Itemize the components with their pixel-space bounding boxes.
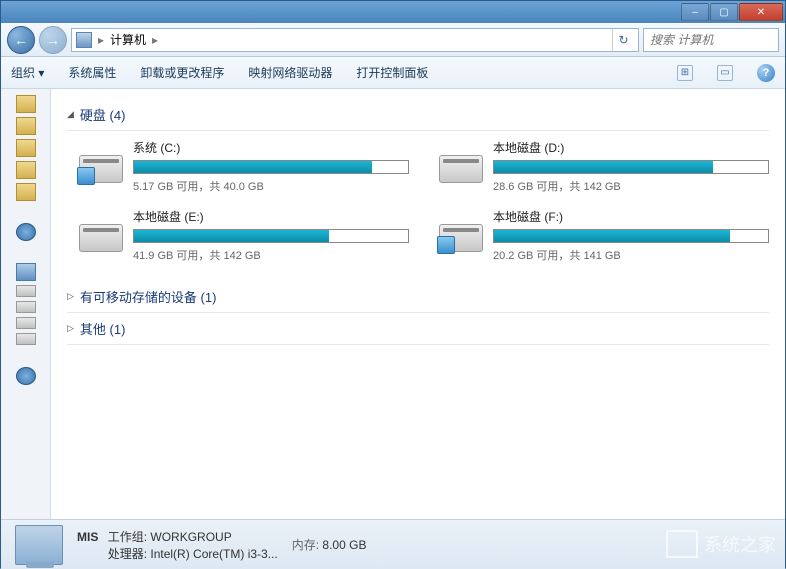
sidebar-drive-icon[interactable] <box>16 333 36 345</box>
memory-value: 8.00 GB <box>322 538 366 552</box>
navigation-sidebar <box>1 89 51 519</box>
drive-free-space: 5.17 GB 可用，共 40.0 GB <box>133 178 409 194</box>
drive-free-space: 41.9 GB 可用，共 142 GB <box>133 247 409 263</box>
sidebar-computer-icon[interactable] <box>16 263 36 281</box>
drive-usage-bar <box>133 229 409 243</box>
sidebar-item[interactable] <box>16 117 36 135</box>
open-control-panel-button[interactable]: 打开控制面板 <box>356 64 428 81</box>
section-other[interactable]: ▷ 其他 (1) <box>67 313 769 345</box>
triangle-expanded-icon: ◢ <box>67 109 74 120</box>
drive-item[interactable]: 本地磁盘 (F:) 20.2 GB 可用，共 141 GB <box>439 208 769 263</box>
section-removable[interactable]: ▷ 有可移动存储的设备 (1) <box>67 281 769 313</box>
section-label: 其他 (1) <box>80 319 126 338</box>
workgroup-value: WORKGROUP <box>150 530 231 544</box>
address-bar[interactable]: ▸ 计算机 ▸ ↻ <box>71 28 639 52</box>
refresh-icon[interactable]: ↻ <box>612 29 634 51</box>
sidebar-item[interactable] <box>16 183 36 201</box>
drive-item[interactable]: 本地磁盘 (E:) 41.9 GB 可用，共 142 GB <box>79 208 409 263</box>
drive-icon <box>439 139 483 183</box>
sidebar-network-icon[interactable] <box>16 223 36 241</box>
drive-usage-bar <box>493 229 769 243</box>
triangle-collapsed-icon: ▷ <box>67 323 74 334</box>
drive-usage-bar <box>493 160 769 174</box>
view-mode-icon[interactable]: ⊞ <box>677 65 693 81</box>
minimize-button[interactable]: – <box>681 3 709 21</box>
sidebar-item[interactable] <box>16 139 36 157</box>
search-input[interactable] <box>643 28 779 52</box>
drive-icon <box>439 208 483 252</box>
workgroup-label: 工作组: <box>108 530 147 544</box>
organize-menu[interactable]: 组织 ▾ <box>11 64 44 81</box>
drive-free-space: 28.6 GB 可用，共 142 GB <box>493 178 769 194</box>
section-label: 有可移动存储的设备 (1) <box>80 287 217 306</box>
map-network-drive-button[interactable]: 映射网络驱动器 <box>248 64 332 81</box>
system-properties-button[interactable]: 系统属性 <box>68 64 116 81</box>
main-content: ◢ 硬盘 (4) 系统 (C:) 5.17 GB 可用，共 40.0 GB 本地磁盘… <box>51 89 785 519</box>
sidebar-favorites-icon[interactable] <box>16 95 36 113</box>
nav-back-button[interactable]: ← <box>7 26 35 54</box>
sidebar-drive-icon[interactable] <box>16 317 36 329</box>
drive-item[interactable]: 本地磁盘 (D:) 28.6 GB 可用，共 142 GB <box>439 139 769 194</box>
details-pane: MIS 工作组: WORKGROUP MIS 处理器: Intel(R) Cor… <box>1 519 785 569</box>
drive-name: 本地磁盘 (E:) <box>133 208 409 225</box>
sidebar-drive-icon[interactable] <box>16 301 36 313</box>
cpu-label: 处理器: <box>108 547 147 561</box>
nav-forward-button[interactable]: → <box>39 26 67 54</box>
maximize-button[interactable]: ▢ <box>710 3 738 21</box>
computer-large-icon <box>15 525 63 565</box>
drive-free-space: 20.2 GB 可用，共 141 GB <box>493 247 769 263</box>
computer-icon <box>76 32 92 48</box>
uninstall-programs-button[interactable]: 卸载或更改程序 <box>140 64 224 81</box>
close-button[interactable]: ✕ <box>739 3 783 21</box>
drive-icon <box>79 208 123 252</box>
computer-name: MIS <box>77 530 98 544</box>
section-hard-drives[interactable]: ◢ 硬盘 (4) <box>67 99 769 131</box>
section-label: 硬盘 (4) <box>80 105 126 124</box>
drive-badge-icon <box>437 236 455 254</box>
drive-badge-icon <box>77 167 95 185</box>
drive-icon <box>79 139 123 183</box>
drive-name: 系统 (C:) <box>133 139 409 156</box>
help-icon[interactable]: ? <box>757 64 775 82</box>
sidebar-network-icon[interactable] <box>16 367 36 385</box>
sidebar-drive-icon[interactable] <box>16 285 36 297</box>
drive-item[interactable]: 系统 (C:) 5.17 GB 可用，共 40.0 GB <box>79 139 409 194</box>
sidebar-item[interactable] <box>16 161 36 179</box>
triangle-collapsed-icon: ▷ <box>67 291 74 302</box>
drive-name: 本地磁盘 (D:) <box>493 139 769 156</box>
drive-name: 本地磁盘 (F:) <box>493 208 769 225</box>
drive-usage-bar <box>133 160 409 174</box>
preview-pane-icon[interactable]: ▭ <box>717 65 733 81</box>
memory-label: 内存: <box>292 538 319 552</box>
path-sep-icon: ▸ <box>152 33 158 47</box>
cpu-value: Intel(R) Core(TM) i3-3... <box>150 547 277 561</box>
path-sep-icon: ▸ <box>98 33 104 47</box>
address-path: 计算机 <box>110 31 146 48</box>
